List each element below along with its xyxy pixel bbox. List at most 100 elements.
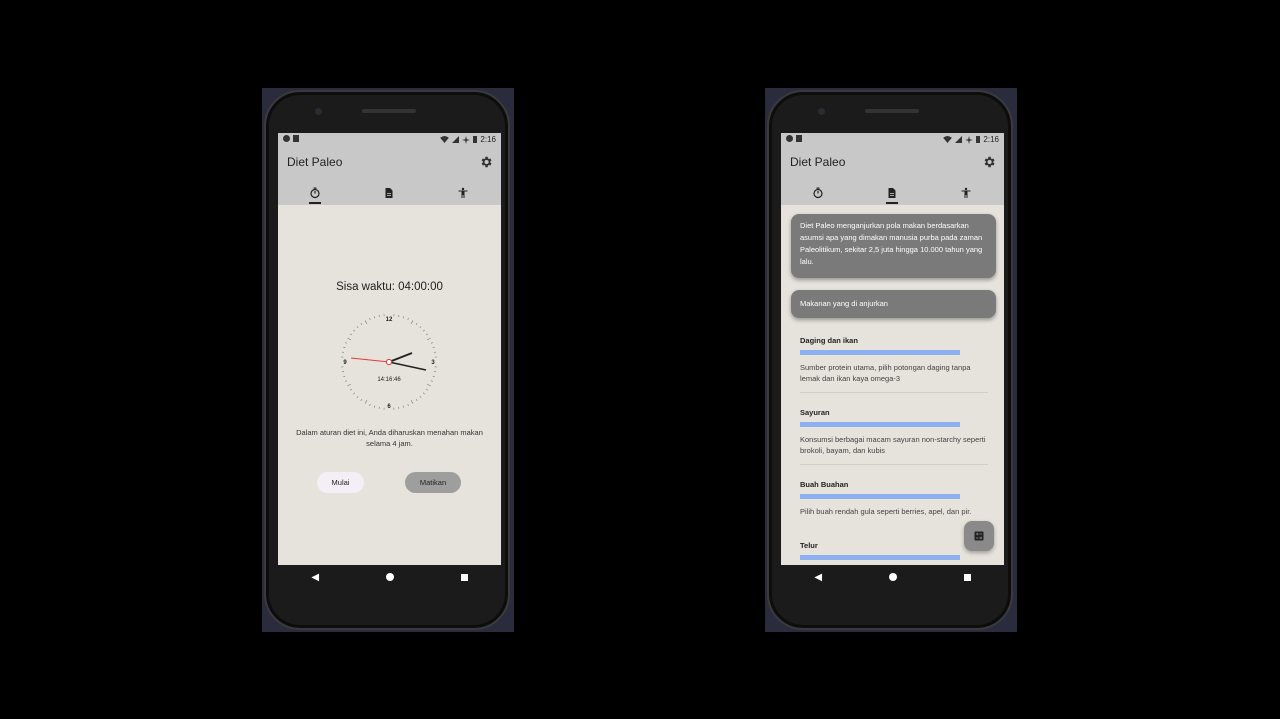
gear-icon[interactable] [982,155,996,169]
app-title: Diet Paleo [287,155,343,169]
stopwatch-icon [813,187,823,199]
tab-bar [278,181,501,205]
recents-icon[interactable] [460,573,468,581]
clock-tick [407,318,409,321]
calculator-icon [974,531,984,541]
document-icon [385,188,393,198]
wifi-icon [440,136,450,143]
list-item: Buah Buahan Pilih buah rendah gula seper… [800,480,990,517]
clock-tick [422,392,425,395]
clock-tick [419,326,422,329]
clock-tick [410,320,414,325]
tab-info[interactable] [855,181,929,205]
divider [800,464,988,465]
clock-tick [426,388,429,391]
app-title: Diet Paleo [790,155,846,169]
clock-tick [426,383,431,387]
person-icon [458,187,468,198]
digital-time: 14:16:46 [377,377,401,383]
food-name: Telur [800,541,818,550]
clock-tick [356,326,359,329]
food-name: Daging dan ikan [800,336,858,345]
clock-tick [343,375,346,378]
stop-button[interactable]: Matikan [405,472,461,493]
clock-tick [432,346,435,349]
food-progress-bar [800,422,960,427]
document-icon [888,188,896,198]
remaining-time-label: Sisa waktu: 04:00:00 [336,281,443,293]
tab-body[interactable] [426,181,500,205]
recents-icon[interactable] [963,573,971,581]
wifi-icon [943,136,953,143]
sim-icon [796,135,802,142]
clock-tick [369,403,371,406]
home-icon[interactable] [385,573,394,581]
calculator-fab[interactable] [964,521,994,551]
clock-tick [343,346,346,349]
analog-clock: 12 3 6 9 14:16:46 [341,314,437,410]
clock-tick [347,337,352,341]
clock-number-3: 3 [431,360,435,366]
signal-icon [452,136,460,143]
clock-tick [432,375,435,378]
food-progress-bar [800,350,960,355]
clock-tick [364,399,368,404]
screen: 2:16 Diet Paleo Sisa waktu: 04:00:00 12 … [278,133,501,565]
clock-tick [360,399,363,402]
app-bar: 2:16 Diet Paleo [781,133,1004,205]
start-button[interactable]: Mulai [317,472,364,493]
back-icon[interactable]: ◀ [814,572,822,583]
battery-icon [976,136,981,143]
sim-icon [293,135,299,142]
food-description: Konsumsi berbagai macam sayuran non-star… [800,435,986,455]
notification-icon [283,135,290,142]
clock-tick [419,395,422,398]
clock-tick [430,342,433,344]
food-progress-bar [800,494,960,499]
clock-number-9: 9 [343,360,347,366]
clock-tick [356,395,359,398]
clock-tick [402,405,405,408]
airplane-icon [965,135,974,144]
tab-indicator [309,202,321,204]
clock-tick [369,318,371,321]
food-description: Pilih buah rendah gula seperti berries, … [800,507,972,516]
food-name: Sayuran [800,408,830,417]
clock-tick [422,329,425,332]
intro-text: Diet Paleo menganjurkan pola makan berda… [800,221,983,266]
tab-indicator [886,202,898,204]
list-item: Telur [800,541,990,560]
home-icon[interactable] [888,573,897,581]
notification-icon [786,135,793,142]
clock-tick [364,320,368,325]
tab-info[interactable] [352,181,426,205]
status-bar: 2:16 [781,133,1004,147]
food-name: Buah Buahan [800,480,849,489]
clock-tick [426,333,429,336]
tab-timer[interactable] [278,181,352,205]
clock-tick [373,405,376,408]
clock-tick [415,322,418,325]
phone-info: 2:16 Diet Paleo Diet Paleo menganjurkan … [767,90,1013,630]
clock-tick [373,316,376,319]
battery-icon [473,136,478,143]
phone-timer: 2:16 Diet Paleo Sisa waktu: 04:00:00 12 … [264,90,510,630]
divider [800,392,988,393]
nav-bar: ◀ [781,565,1004,589]
minute-hand [388,361,427,371]
clock-tick [402,316,405,319]
recommended-header-card: Makanan yang di anjurkan [791,290,996,318]
clock-tick [349,333,352,336]
nav-bar: ◀ [278,565,501,589]
list-item: Daging dan ikan Sumber protein utama, pi… [800,336,990,393]
tab-timer[interactable] [781,181,855,205]
tab-body[interactable] [929,181,1003,205]
back-icon[interactable]: ◀ [311,572,319,583]
clock-tick [407,403,409,406]
clock-tick [349,388,352,391]
food-progress-bar [800,555,960,560]
clock-tick [430,380,433,382]
gear-icon[interactable] [479,155,493,169]
app-bar: 2:16 Diet Paleo [278,133,501,205]
stopwatch-icon [310,187,320,199]
